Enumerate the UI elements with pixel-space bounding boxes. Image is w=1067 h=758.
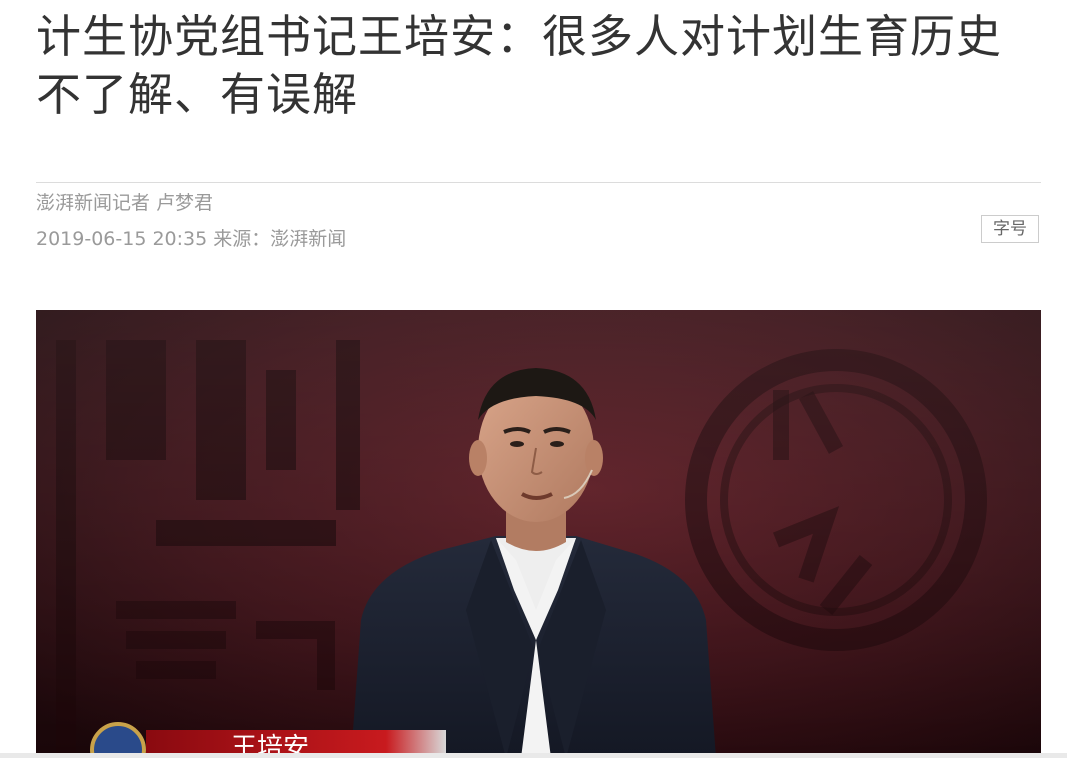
font-size-button[interactable]: 字号: [981, 215, 1039, 243]
source-name[interactable]: 澎湃新闻: [270, 226, 346, 252]
header-divider: [36, 182, 1041, 183]
source-label: 来源：: [213, 228, 271, 250]
hero-photo-speaker: 王培安: [36, 310, 1041, 758]
publish-datetime: 2019-06-15 20:35: [36, 228, 208, 250]
article-headline: 计生协党组书记王培安：很多人对计划生育历史不了解、有误解: [36, 10, 1003, 121]
article-meta: 2019-06-15 20:35 来源：澎湃新闻: [36, 226, 346, 252]
bottom-scrollbar-strip: [0, 753, 1067, 758]
hero-image: 王培安: [36, 310, 1041, 758]
article-author: 澎湃新闻记者 卢梦君: [36, 192, 214, 214]
